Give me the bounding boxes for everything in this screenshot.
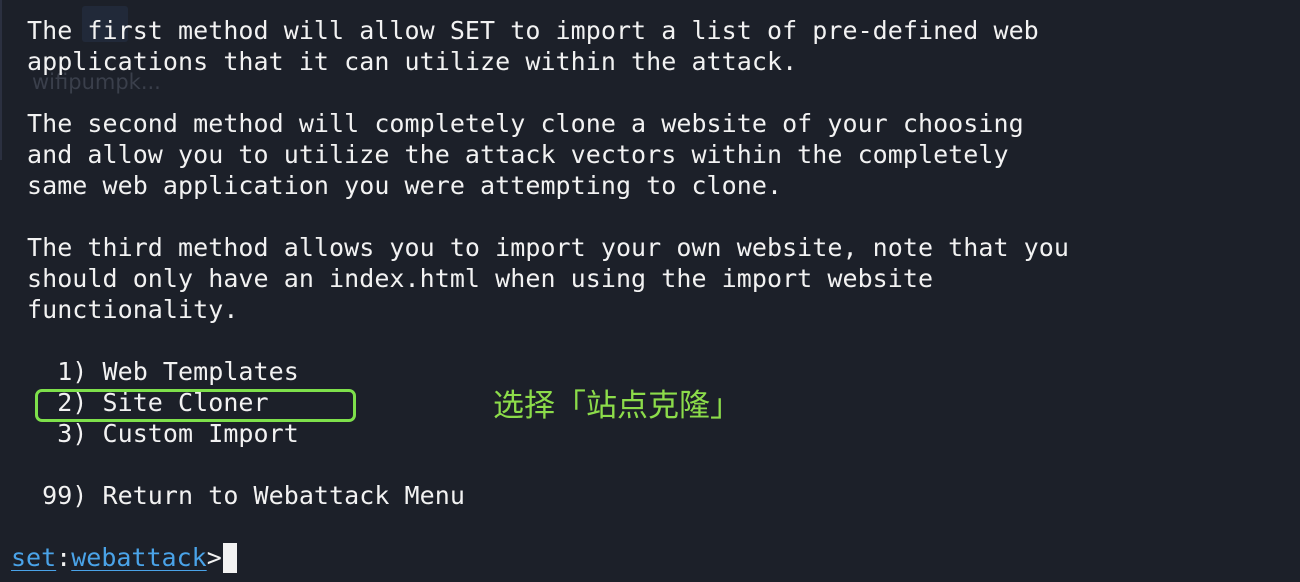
prompt-module: set: [11, 543, 57, 572]
description-line: functionality.: [27, 295, 239, 324]
description-line: and allow you to utilize the attack vect…: [27, 140, 1009, 169]
description-line: The second method will completely clone …: [27, 109, 1024, 138]
description-line: same web application you were attempting…: [27, 171, 783, 200]
text-cursor[interactable]: [222, 543, 237, 573]
menu-option-return: 99) Return to Webattack Menu: [27, 481, 465, 510]
description-line: should only have an index.html when usin…: [27, 264, 934, 293]
menu-option-custom-import: 3) Custom Import: [27, 419, 299, 448]
command-prompt[interactable]: set:webattack>: [11, 542, 237, 573]
prompt-submodule: webattack: [71, 543, 207, 572]
annotation-note: 选择「站点克隆」: [493, 388, 741, 424]
window-edge: [0, 0, 2, 160]
description-line: The first method will allow SET to impor…: [27, 16, 1039, 45]
prompt-separator: :: [56, 543, 72, 572]
description-line: applications that it can utilize within …: [27, 47, 798, 76]
prompt-symbol: >: [206, 543, 222, 572]
description-line: The third method allows you to import yo…: [27, 233, 1069, 262]
terminal-window[interactable]: wifipumpk... The first method will allow…: [0, 0, 1300, 582]
menu-option-web-templates: 1) Web Templates: [27, 357, 299, 386]
site-cloner-highlight-box: [35, 389, 356, 422]
